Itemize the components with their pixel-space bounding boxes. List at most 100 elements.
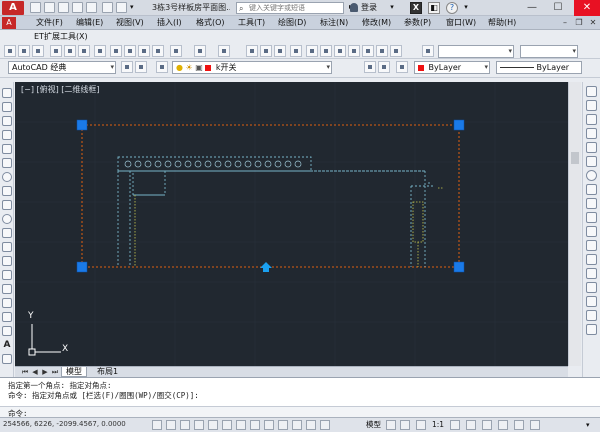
color-dropdown[interactable]: ByLayer ▾ bbox=[414, 61, 490, 74]
print-icon[interactable] bbox=[86, 2, 97, 13]
quick-view-layouts-icon[interactable] bbox=[386, 420, 396, 430]
help-icon[interactable]: ? bbox=[446, 2, 458, 14]
workspace-switching-icon[interactable] bbox=[466, 420, 476, 430]
autocad-logo-icon[interactable]: A bbox=[2, 1, 24, 15]
gradient-icon[interactable] bbox=[2, 298, 12, 308]
menu-view[interactable]: 视图(V) bbox=[116, 16, 144, 30]
app-menu-icon[interactable]: A bbox=[2, 17, 16, 29]
login-dropdown-icon[interactable]: ▾ bbox=[386, 2, 398, 14]
explode-icon[interactable] bbox=[586, 324, 597, 335]
redo-icon[interactable] bbox=[218, 45, 230, 57]
menu-draw[interactable]: 绘图(D) bbox=[278, 16, 306, 30]
sheet-set-icon[interactable] bbox=[348, 45, 360, 57]
doc-close-icon[interactable]: ✕ bbox=[588, 18, 598, 28]
join-icon[interactable] bbox=[586, 268, 597, 279]
grid-display-icon[interactable] bbox=[166, 420, 176, 430]
table-icon[interactable] bbox=[2, 326, 12, 336]
menu-edit[interactable]: 编辑(E) bbox=[76, 16, 103, 30]
menu-file[interactable]: 文件(F) bbox=[36, 16, 63, 30]
insert-block-icon[interactable] bbox=[2, 242, 12, 252]
circle-icon[interactable] bbox=[2, 172, 12, 182]
et-extension-tools-menu[interactable]: ET扩展工具(X) bbox=[34, 30, 88, 43]
undo-icon[interactable] bbox=[194, 45, 206, 57]
linetype-dropdown[interactable]: ByLayer bbox=[496, 61, 582, 74]
scale-icon[interactable] bbox=[586, 184, 597, 195]
status-menu-icon[interactable]: ▾ bbox=[586, 420, 596, 430]
dim-style-dropdown[interactable]: ▾ bbox=[520, 45, 578, 58]
last-tab-icon[interactable]: ⏭ bbox=[51, 368, 59, 376]
help-tool-icon[interactable] bbox=[390, 45, 402, 57]
polygon-icon[interactable] bbox=[2, 130, 12, 140]
dynamic-input-icon[interactable] bbox=[264, 420, 274, 430]
hatch-icon[interactable] bbox=[2, 284, 12, 294]
layer-previous-icon[interactable] bbox=[378, 61, 390, 73]
grip-bottom-left[interactable] bbox=[76, 261, 88, 273]
maximize-button[interactable]: ☐ bbox=[546, 0, 570, 16]
close-button[interactable]: ✕ bbox=[574, 0, 600, 16]
menu-format[interactable]: 格式(O) bbox=[196, 16, 225, 30]
isolate-objects-icon[interactable] bbox=[514, 420, 524, 430]
transparency-icon[interactable] bbox=[292, 420, 302, 430]
publish-icon[interactable] bbox=[78, 45, 90, 57]
save-icon[interactable] bbox=[58, 2, 69, 13]
print-preview-icon[interactable] bbox=[64, 45, 76, 57]
offset-icon[interactable] bbox=[586, 128, 597, 139]
workspace-gear-icon[interactable] bbox=[135, 61, 147, 73]
markup-icon[interactable] bbox=[362, 45, 374, 57]
save-icon[interactable] bbox=[32, 45, 44, 57]
region-icon[interactable] bbox=[2, 312, 12, 322]
make-block-icon[interactable] bbox=[2, 256, 12, 266]
3d-print-icon[interactable] bbox=[94, 45, 106, 57]
line-icon[interactable] bbox=[2, 88, 12, 98]
revision-cloud-icon[interactable] bbox=[2, 186, 12, 196]
new-file-icon[interactable] bbox=[30, 2, 41, 13]
login-button[interactable]: 登录 bbox=[361, 2, 377, 14]
menu-parametric[interactable]: 参数(P) bbox=[404, 16, 431, 30]
arc-icon[interactable] bbox=[2, 158, 12, 168]
mirror-icon[interactable] bbox=[586, 114, 597, 125]
object-snap-tracking-icon[interactable] bbox=[236, 420, 246, 430]
next-tab-icon[interactable]: ▶ bbox=[41, 368, 49, 376]
rotate-icon[interactable] bbox=[586, 170, 597, 181]
prev-tab-icon[interactable]: ◀ bbox=[31, 368, 39, 376]
cut-icon[interactable] bbox=[110, 45, 122, 57]
stretch-icon[interactable] bbox=[586, 198, 597, 209]
extend-icon[interactable] bbox=[586, 226, 597, 237]
doc-restore-icon[interactable]: ❐ bbox=[574, 18, 584, 28]
grip-top-left[interactable] bbox=[76, 119, 88, 131]
text-style-dropdown[interactable]: ▾ bbox=[438, 45, 514, 58]
save-as-icon[interactable] bbox=[72, 2, 83, 13]
lock-ui-icon[interactable] bbox=[482, 420, 492, 430]
first-tab-icon[interactable]: ⏮ bbox=[21, 368, 29, 376]
copy-icon[interactable] bbox=[124, 45, 136, 57]
doc-minimize-icon[interactable]: – bbox=[560, 18, 570, 28]
search-input[interactable]: ⌕ 键入关键字或短语 bbox=[236, 2, 344, 14]
zoom-previous-icon[interactable] bbox=[290, 45, 302, 57]
pan-icon[interactable] bbox=[246, 45, 258, 57]
erase-icon[interactable] bbox=[586, 86, 597, 97]
polyline-icon[interactable] bbox=[2, 116, 12, 126]
chamfer-icon[interactable] bbox=[586, 282, 597, 293]
menu-modify[interactable]: 修改(M) bbox=[362, 16, 391, 30]
text-style-icon[interactable] bbox=[422, 45, 434, 57]
paste-icon[interactable] bbox=[138, 45, 150, 57]
annotation-visibility-icon[interactable] bbox=[416, 420, 426, 430]
menu-help[interactable]: 帮助(H) bbox=[488, 16, 516, 30]
construction-line-icon[interactable] bbox=[2, 102, 12, 112]
snap-mode-icon[interactable] bbox=[152, 420, 162, 430]
dynamic-ucs-icon[interactable] bbox=[250, 420, 260, 430]
break-at-point-icon[interactable] bbox=[586, 240, 597, 251]
lineweight-icon[interactable] bbox=[278, 420, 288, 430]
exchange-icon[interactable]: X bbox=[410, 2, 422, 14]
break-icon[interactable] bbox=[586, 254, 597, 265]
make-current-icon[interactable] bbox=[364, 61, 376, 73]
annotation-scale-icon[interactable] bbox=[450, 420, 460, 430]
3d-object-snap-icon[interactable] bbox=[222, 420, 232, 430]
ortho-mode-icon[interactable] bbox=[180, 420, 190, 430]
ellipse-arc-icon[interactable] bbox=[2, 228, 12, 238]
quick-properties-icon[interactable] bbox=[306, 420, 316, 430]
scrollbar-thumb[interactable] bbox=[571, 152, 579, 164]
array-icon[interactable] bbox=[586, 142, 597, 153]
menu-tools[interactable]: 工具(T) bbox=[238, 16, 265, 30]
move-icon[interactable] bbox=[586, 156, 597, 167]
